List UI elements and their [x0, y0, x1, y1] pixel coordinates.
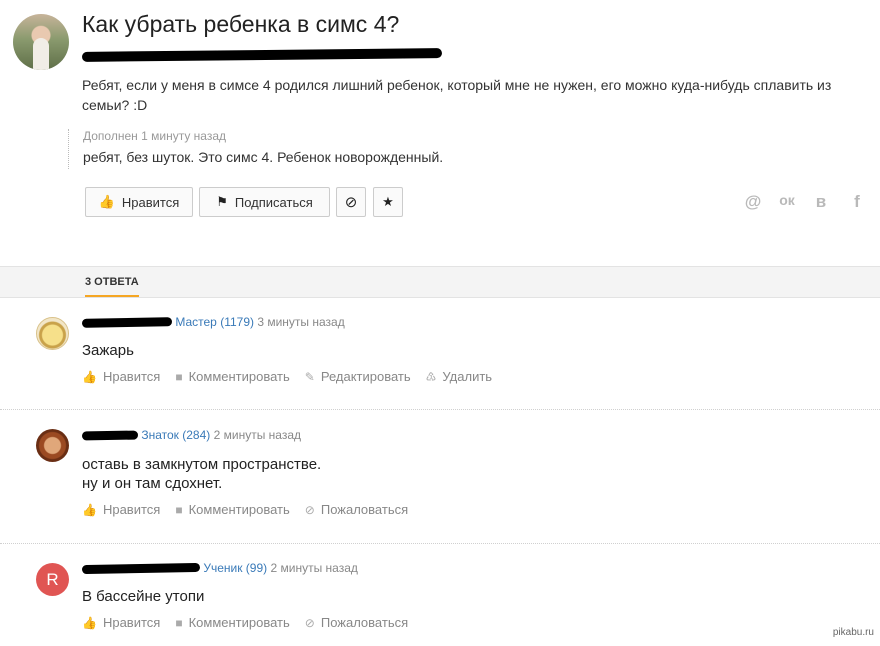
thumbs-up-icon: 👍: [82, 369, 97, 384]
answer-1-avatar[interactable]: [36, 317, 69, 350]
answers-tab-bar: 3 ОТВЕТА: [0, 266, 880, 298]
like-label: Нравится: [102, 502, 161, 517]
comment-icon: ■: [175, 502, 183, 517]
answer-1-delete[interactable]: ♳ Удалить: [426, 369, 492, 384]
share-odnoklassniki-icon[interactable]: ок: [777, 192, 797, 208]
question-addendum: Дополнен 1 минуту назад ребят, без шуток…: [68, 129, 443, 169]
answer-2-actions: 👍 Нравится ■ Комментировать ⊘ Пожаловаться: [82, 502, 408, 517]
answer-1-like[interactable]: 👍 Нравится: [82, 369, 160, 384]
thumbs-up-icon: 👍: [82, 502, 97, 517]
comment-label: Комментировать: [188, 615, 290, 630]
bookmark-icon: ⚑: [216, 194, 228, 209]
answer-3-actions: 👍 Нравится ■ Комментировать ⊘ Пожаловаться: [82, 615, 408, 630]
redacted-author-name: [81, 317, 173, 329]
tab-answers[interactable]: 3 ОТВЕТА: [85, 276, 139, 297]
subscribe-button-label: Подписаться: [234, 194, 313, 210]
answer-2-like[interactable]: 👍 Нравится: [82, 502, 160, 517]
redacted-author-name: [81, 430, 139, 441]
delete-label: Удалить: [442, 369, 493, 384]
redacted-author-name: [81, 563, 201, 575]
thumbs-up-icon: 👍: [82, 615, 97, 630]
like-label: Нравится: [102, 615, 161, 630]
share-mail-icon[interactable]: @: [743, 192, 763, 212]
question-author-avatar[interactable]: [13, 14, 69, 70]
question-text: Ребят, если у меня в симсе 4 родился лиш…: [82, 77, 832, 113]
answer-2-text: оставь в замкнутом пространстве. ну и он…: [82, 456, 322, 492]
answer-3-report[interactable]: ⊘ Пожаловаться: [305, 615, 408, 630]
answer-2-comment[interactable]: ■ Комментировать: [175, 502, 289, 517]
question-title: Как убрать ребенка в симс 4?: [82, 11, 400, 37]
answer-1-edit[interactable]: ✎ Редактировать: [305, 369, 411, 384]
thumbs-up-icon: 👍: [98, 194, 115, 209]
answer-divider: [0, 543, 880, 544]
comment-label: Комментировать: [188, 369, 290, 384]
addendum-text: ребят, без шуток. Это симс 4. Ребенок но…: [83, 149, 444, 165]
favorite-button[interactable]: ★: [373, 187, 403, 217]
comment-icon: ■: [175, 369, 183, 384]
star-icon: ★: [382, 194, 394, 209]
addendum-label: Дополнен 1 минуту назад: [83, 129, 227, 143]
answer-3-time: 2 минуты назад: [270, 561, 358, 575]
pencil-icon: ✎: [304, 369, 315, 384]
answer-3-like[interactable]: 👍 Нравится: [82, 615, 160, 630]
report-label: Пожаловаться: [320, 502, 409, 517]
redaction-mark: [81, 48, 443, 62]
block-icon: ⊘: [344, 194, 358, 211]
answer-1-text: Зажарь: [82, 342, 134, 359]
watermark: pikabu.ru: [832, 627, 874, 638]
comment-label: Комментировать: [188, 502, 290, 517]
report-label: Пожаловаться: [320, 615, 409, 630]
answer-2-avatar[interactable]: [36, 429, 69, 462]
edit-label: Редактировать: [320, 369, 411, 384]
answer-1-header: Мастер (1179) 3 минуты назад: [81, 315, 345, 329]
answer-1-rank[interactable]: Мастер (1179): [175, 315, 254, 329]
answer-2-report[interactable]: ⊘ Пожаловаться: [305, 502, 408, 517]
answer-1-comment[interactable]: ■ Комментировать: [175, 369, 289, 384]
report-icon: ⊘: [304, 502, 315, 517]
share-facebook-icon[interactable]: f: [847, 192, 867, 212]
answer-1-time: 3 минуты назад: [257, 315, 345, 329]
report-icon: ⊘: [304, 615, 315, 630]
answer-2-time: 2 минуты назад: [213, 428, 301, 442]
answer-3-avatar[interactable]: R: [36, 563, 69, 596]
subscribe-button[interactable]: ⚑ Подписаться: [199, 187, 330, 217]
answer-divider: [0, 409, 880, 410]
answer-3-text: В бассейне утопи: [82, 588, 205, 605]
answer-1-actions: 👍 Нравится ■ Комментировать ✎ Редактировать…: [82, 369, 492, 384]
answer-3-rank[interactable]: Ученик (99): [203, 561, 267, 575]
block-button[interactable]: ⊘: [336, 187, 366, 217]
share-vkontakte-icon[interactable]: в: [811, 192, 831, 212]
comment-icon: ■: [175, 615, 183, 630]
answer-3-comment[interactable]: ■ Комментировать: [175, 615, 289, 630]
like-button-label: Нравится: [121, 194, 180, 210]
question-author-meta-redacted: [81, 48, 443, 63]
like-button[interactable]: 👍 Нравится: [85, 187, 193, 217]
answer-2-rank[interactable]: Знаток (284): [141, 428, 210, 442]
answer-2-header: Знаток (284) 2 минуты назад: [81, 428, 301, 442]
like-label: Нравится: [102, 369, 161, 384]
answer-3-header: Ученик (99) 2 минуты назад: [81, 561, 358, 575]
trash-icon: ♳: [425, 369, 437, 384]
